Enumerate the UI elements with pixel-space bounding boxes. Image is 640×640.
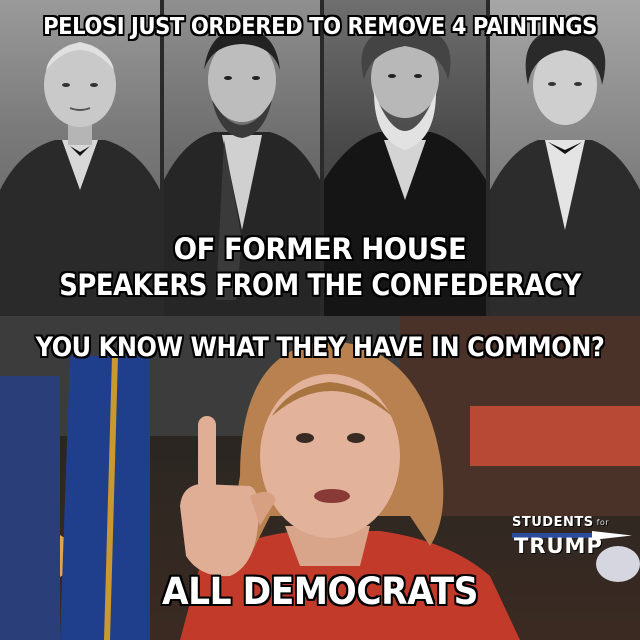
caption-question: YOU KNOW WHAT THEY HAVE IN COMMON? <box>35 332 605 363</box>
logo-students-text: STUDENTS for <box>512 515 609 530</box>
students-for-trump-logo: STUDENTS for TRUMP <box>512 515 632 567</box>
logo-for-word: for <box>596 518 610 527</box>
meme-image: PELOSI JUST ORDERED TO REMOVE 4 PAINTING… <box>0 0 640 640</box>
logo-students-word: STUDENTS <box>512 515 594 530</box>
caption-top: PELOSI JUST ORDERED TO REMOVE 4 PAINTING… <box>43 14 597 40</box>
caption-middle-line-2: SPEAKERS FROM THE CONFEDERACY <box>59 268 581 302</box>
logo-trump-text: TRUMP <box>514 534 603 558</box>
caption-bottom: ALL DEMOCRATS <box>162 570 478 613</box>
caption-middle-line-1: OF FORMER HOUSE <box>173 232 467 266</box>
